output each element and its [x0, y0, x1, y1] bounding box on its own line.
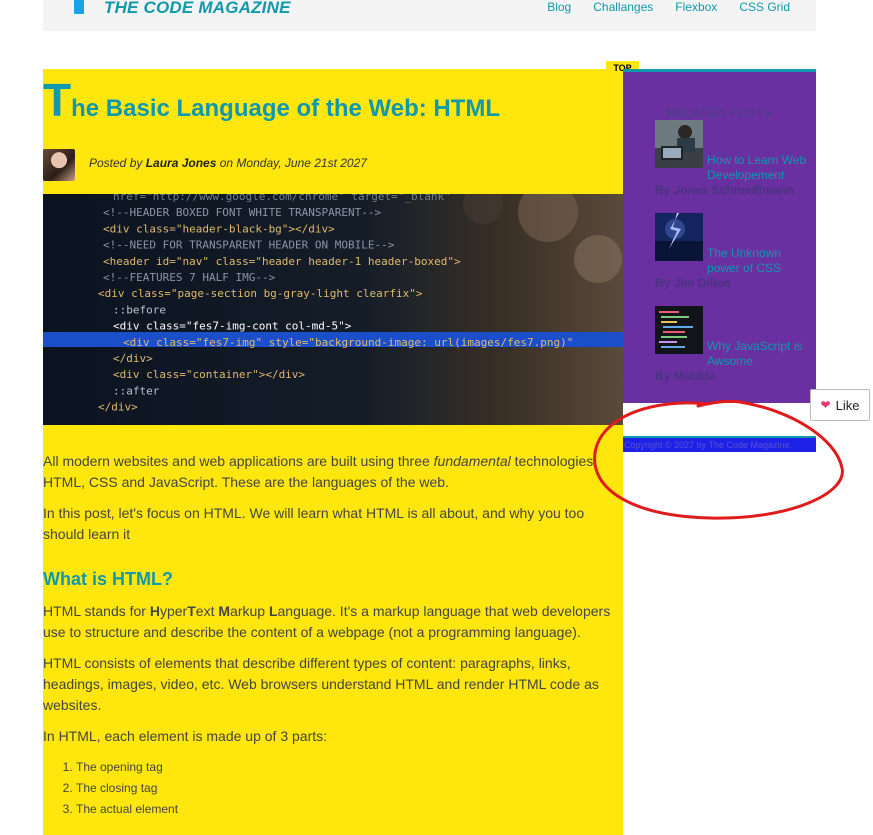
- code-line: <div class="header-black-bg"></div>: [103, 222, 335, 235]
- byline: Posted by Laura Jones on Monday, June 21…: [89, 156, 367, 170]
- code-line: <!--HEADER BOXED FONT WHITE TRANSPARENT-…: [103, 206, 382, 219]
- html-elements-paragraph: HTML consists of elements that describe …: [43, 655, 599, 713]
- related-post-author: By Jim Dillon: [655, 276, 732, 290]
- heart-icon: ❤: [820, 398, 831, 412]
- related-post-author: By Matilda: [655, 369, 716, 383]
- code-line: <div class="fes7-img" style="background-…: [123, 336, 573, 349]
- code-line: ::before: [113, 303, 166, 316]
- related-posts-sidebar: RELATED POSTS How to Learn Web Developem…: [623, 69, 816, 403]
- nav-link-css-grid[interactable]: CSS Grid: [739, 0, 790, 14]
- top-nav: THE CODE MAGAZINE Blog Challanges Flexbo…: [43, 0, 816, 31]
- list-item: The closing tag: [76, 778, 623, 799]
- related-post[interactable]: The Unknown power of CSS By Jim Dillon: [655, 213, 815, 291]
- post-thumbnail-laptop: [655, 120, 703, 168]
- related-posts-heading: RELATED POSTS: [666, 106, 773, 120]
- like-button[interactable]: ❤ Like: [810, 389, 870, 421]
- section-heading: What is HTML?: [43, 569, 173, 589]
- code-line: ::after: [113, 384, 160, 397]
- element-parts-paragraph: In HTML, each element is made up of 3 pa…: [43, 728, 328, 744]
- related-post-author: By Jonas Schmedtmann: [655, 183, 795, 197]
- avatar: [43, 149, 75, 181]
- code-line: <div class="container"></div>: [113, 368, 305, 381]
- nav-link-challanges[interactable]: Challanges: [593, 0, 653, 14]
- code-line: <header id="nav" class="header header-1 …: [103, 255, 461, 268]
- post-thumbnail-code: [655, 306, 703, 354]
- nav-links: Blog Challanges Flexbox CSS Grid: [525, 0, 790, 14]
- intro-paragraph-2: In this post, let's focus on HTML. We wi…: [43, 505, 585, 542]
- footer: Copyright © 2027 by The Code Magazine.: [623, 436, 816, 452]
- list-item: The actual element: [76, 799, 623, 820]
- page-title: The Basic Language of the Web: HTML: [43, 74, 501, 126]
- code-line: <!--FEATURES 7 HALF IMG-->: [103, 271, 276, 284]
- article-body: All modern websites and web applications…: [43, 451, 623, 820]
- site-logo[interactable]: THE CODE MAGAZINE: [104, 0, 291, 18]
- like-label: Like: [835, 397, 860, 413]
- code-line: <!--NEED FOR TRANSPARENT HEADER ON MOBIL…: [103, 239, 395, 252]
- author-name: Laura Jones: [145, 156, 217, 170]
- element-parts-list: The opening tag The closing tag The actu…: [43, 757, 623, 820]
- code-line: <div class="page-section bg-gray-light c…: [98, 287, 423, 300]
- hero-image: href="http://www.google.com/chrome" targ…: [43, 194, 623, 425]
- book-icon: [74, 0, 84, 14]
- list-item: The opening tag: [76, 757, 623, 778]
- intro-paragraph: All modern websites and web applications…: [43, 453, 598, 490]
- code-line: </div>: [98, 401, 138, 414]
- nav-link-blog[interactable]: Blog: [547, 0, 571, 14]
- code-line: <div class="fes7-img-cont col-md-5">: [113, 320, 352, 333]
- main-article: The Basic Language of the Web: HTML Post…: [43, 69, 623, 835]
- copyright-text: Copyright © 2027 by The Code Magazine.: [624, 440, 793, 450]
- related-post[interactable]: Why JavaScript is Awsome By Matilda: [655, 306, 815, 384]
- html-definition: HTML stands for HyperText Markup Languag…: [43, 603, 611, 640]
- code-line: href="http://www.google.com/chrome" targ…: [113, 194, 451, 203]
- post-thumbnail-lightning: [655, 213, 703, 261]
- nav-link-flexbox[interactable]: Flexbox: [675, 0, 717, 14]
- related-post[interactable]: How to Learn Web Developement By Jonas S…: [655, 120, 815, 198]
- code-line: </div>: [113, 352, 153, 365]
